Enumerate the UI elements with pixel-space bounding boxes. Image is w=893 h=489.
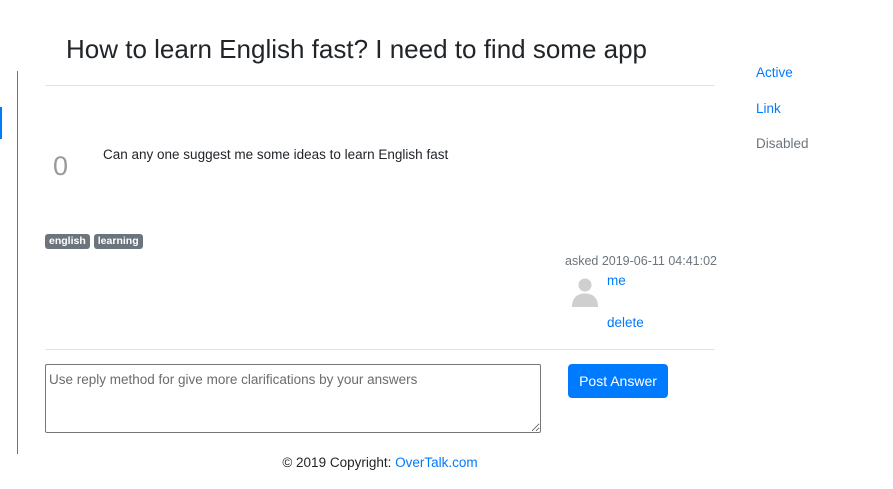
answer-divider: [45, 349, 715, 350]
nav-item-disabled: Disabled: [756, 136, 809, 151]
nav-item-link[interactable]: Link: [756, 101, 781, 116]
asked-timestamp: asked 2019-06-11 04:41:02: [565, 254, 717, 268]
footer-copyright: © 2019 Copyright:: [282, 455, 396, 470]
tag-learning[interactable]: learning: [93, 234, 143, 249]
tag-english[interactable]: english: [45, 234, 90, 249]
page: How to learn English fast? I need to fin…: [0, 0, 893, 489]
question-title: How to learn English fast? I need to fin…: [66, 34, 648, 64]
left-divider: [17, 71, 18, 454]
delete-link[interactable]: delete: [607, 315, 644, 330]
author-link[interactable]: me: [607, 273, 626, 288]
question-body: Can any one suggest me some ideas to lea…: [103, 147, 449, 162]
nav-item-active[interactable]: Active: [756, 65, 793, 80]
tag-list: english learning: [45, 234, 143, 249]
post-answer-button[interactable]: Post Answer: [568, 364, 668, 398]
vote-count: 0: [53, 151, 69, 181]
reply-textarea[interactable]: [45, 364, 541, 433]
user-avatar-icon: [572, 278, 598, 307]
left-active-indicator: [0, 107, 2, 139]
footer-site-link[interactable]: OverTalk.com: [395, 455, 478, 470]
footer: © 2019 Copyright: OverTalk.com: [0, 455, 760, 470]
title-divider: [45, 85, 715, 86]
